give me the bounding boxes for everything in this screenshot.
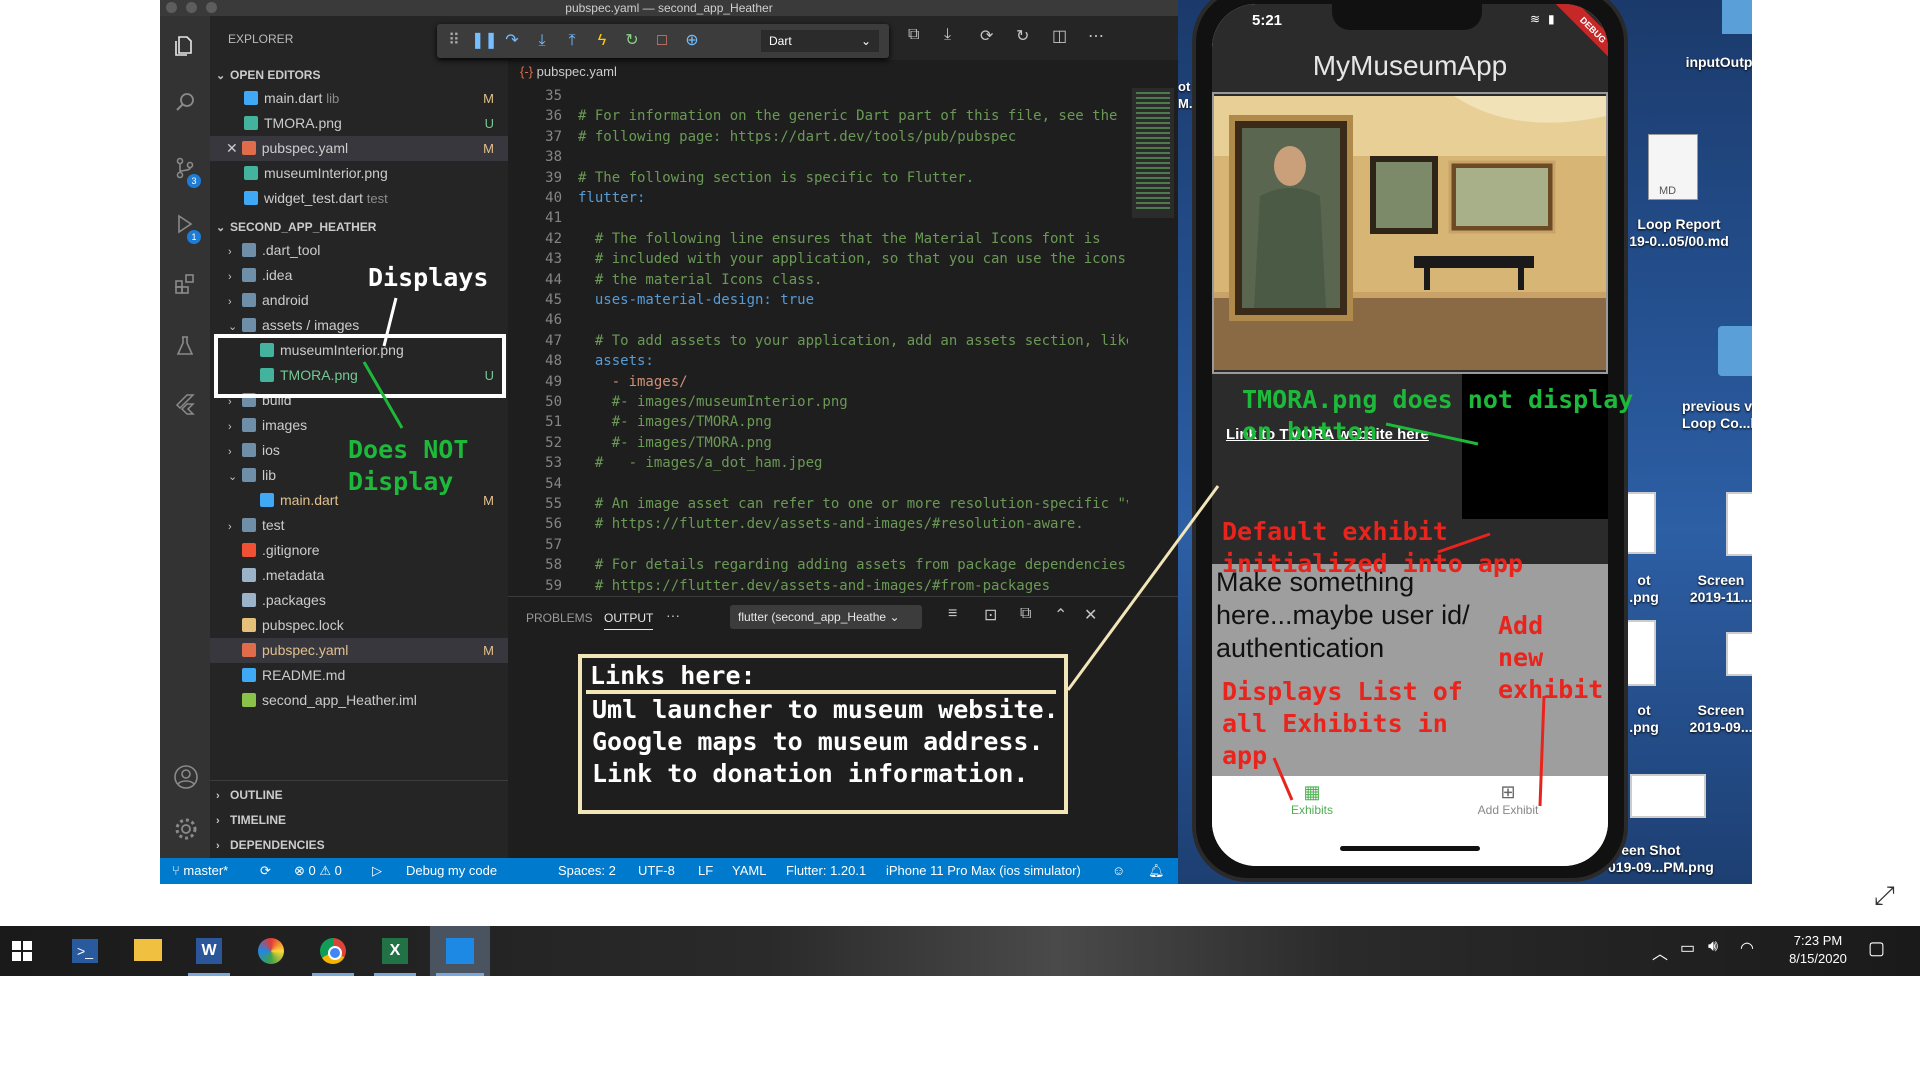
arrow-does-not-display [362,361,404,429]
start-button[interactable] [0,926,54,976]
active-indicator [374,973,416,976]
chrome-icon[interactable] [306,926,360,976]
arrow-default-exhibit [1437,532,1491,554]
photos-icon[interactable] [430,926,490,976]
clock[interactable]: 7:23 PM 8/15/2020 [1768,932,1868,968]
arrow-links [1066,485,1220,691]
active-indicator [188,973,230,976]
excel-icon[interactable]: X [368,926,422,976]
file-explorer-icon[interactable] [120,926,174,976]
arrow-displays [382,297,398,347]
arrow-tmora [1385,422,1479,446]
volume-icon[interactable]: 🔊︎ [1708,938,1718,956]
battery-icon[interactable]: ▭ [1680,938,1695,958]
annotation-arrows [362,297,1546,807]
windows-taskbar: >_ W X ︿ ▭ 🔊︎ ◠ 7:23 PM 8/15/2020 ▢ [0,926,1920,976]
powershell-icon[interactable]: >_ [58,926,112,976]
arrow-list [1272,757,1294,801]
word-icon[interactable]: W [182,926,236,976]
arrow-add-exhibit [1538,695,1546,807]
active-indicator [436,973,484,976]
chevron-up-icon[interactable]: ︿ [1652,940,1668,964]
paint-icon[interactable] [244,926,298,976]
notifications-icon[interactable]: ▢ [1868,938,1885,959]
active-indicator [312,973,354,976]
wifi-icon[interactable]: ◠ [1740,938,1754,958]
expand-icon[interactable]: ⤢ [1874,880,1895,912]
